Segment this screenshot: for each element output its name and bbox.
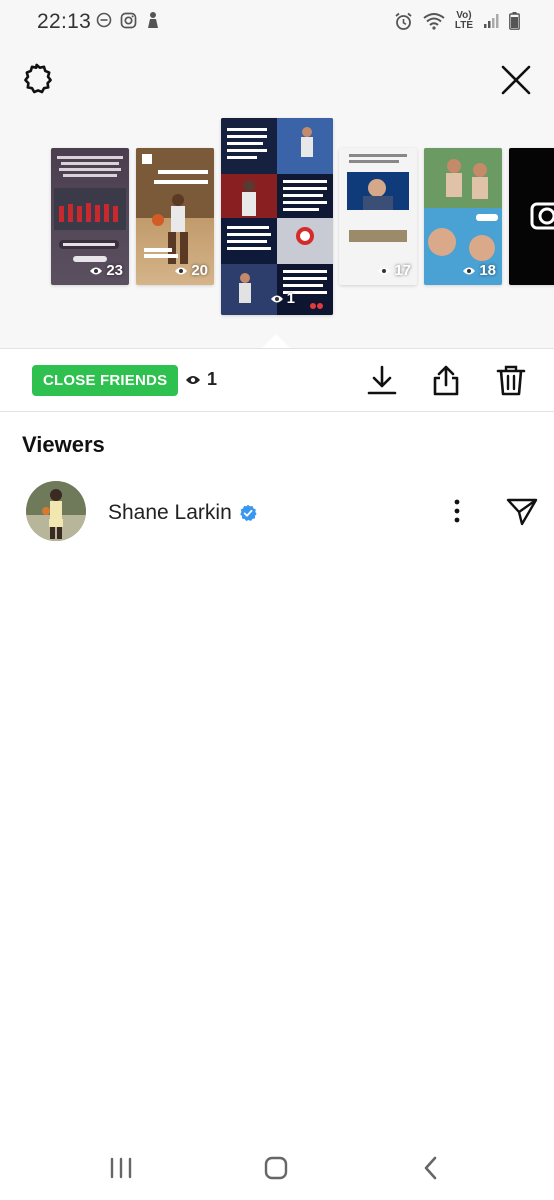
story-views-value: 18 (479, 262, 496, 279)
wifi-icon (423, 13, 445, 30)
battery-icon (509, 12, 520, 30)
story-action-bar: CLOSE FRIENDS 1 (0, 348, 554, 412)
status-time: 22:13 (37, 10, 92, 33)
notification-icon (148, 12, 158, 28)
verified-badge-icon (239, 504, 257, 521)
story-image (221, 118, 333, 315)
story-view-count: 18 (462, 262, 496, 279)
eye-icon (90, 267, 103, 274)
eye-icon (270, 295, 283, 302)
home-icon[interactable] (261, 1153, 291, 1183)
settings-gear-icon[interactable] (20, 62, 56, 98)
delete-icon[interactable] (494, 363, 528, 397)
more-options-icon[interactable] (446, 496, 468, 526)
selected-story-pointer (262, 334, 290, 348)
camera-icon (530, 202, 554, 230)
download-icon[interactable] (365, 363, 399, 397)
avatar[interactable] (26, 481, 86, 541)
view-count-value: 1 (207, 369, 218, 389)
story-views-value: 20 (191, 262, 208, 279)
back-icon[interactable] (416, 1153, 446, 1183)
eye-icon (463, 267, 476, 274)
instagram-icon (120, 12, 137, 28)
share-icon[interactable] (429, 363, 463, 397)
story-view-count: 20 (174, 262, 208, 279)
eye-icon (175, 267, 188, 274)
network-type: Vo) LTE (455, 11, 473, 31)
story-thumbnail-6[interactable] (509, 148, 554, 285)
story-thumbnail-5[interactable]: 18 (424, 148, 502, 285)
story-view-count: 1 (270, 290, 295, 307)
viewers-heading: Viewers (22, 432, 105, 457)
story-thumbnail-4[interactable]: 17 (339, 148, 417, 285)
close-icon[interactable] (500, 64, 532, 96)
dnd-icon (96, 12, 112, 28)
story-view-count: 17 (377, 262, 411, 279)
eye-icon (186, 375, 200, 384)
story-viewers-count[interactable]: 1 (185, 369, 217, 390)
status-left-icons (96, 11, 161, 29)
signal-icon (484, 14, 499, 28)
send-message-icon[interactable] (505, 496, 539, 526)
story-view-count: 23 (89, 262, 123, 279)
story-views-value: 17 (394, 262, 411, 279)
status-bar: 22:13 Vo) LTE (0, 0, 554, 42)
eye-icon (378, 267, 391, 274)
recent-apps-icon[interactable] (106, 1153, 136, 1183)
viewer-row[interactable]: Shane Larkin (0, 478, 554, 548)
alarm-icon (395, 12, 412, 30)
story-carousel-area: 23 20 1 17 18 (0, 42, 554, 348)
network-line-2: LTE (454, 20, 473, 31)
viewer-name-group[interactable]: Shane Larkin (108, 501, 257, 525)
story-views-value: 1 (286, 290, 295, 307)
story-thumbnail-2[interactable]: 20 (136, 148, 214, 285)
close-friends-badge[interactable]: CLOSE FRIENDS (32, 365, 179, 396)
viewer-name: Shane Larkin (108, 501, 232, 524)
story-thumbnail-1[interactable]: 23 (51, 148, 129, 285)
system-navigation-bar (0, 1135, 554, 1200)
story-views-value: 23 (106, 262, 123, 279)
avatar-image (26, 481, 86, 541)
story-thumbnail-3-selected[interactable]: 1 (221, 118, 333, 315)
status-right-icons: Vo) LTE (394, 11, 520, 31)
